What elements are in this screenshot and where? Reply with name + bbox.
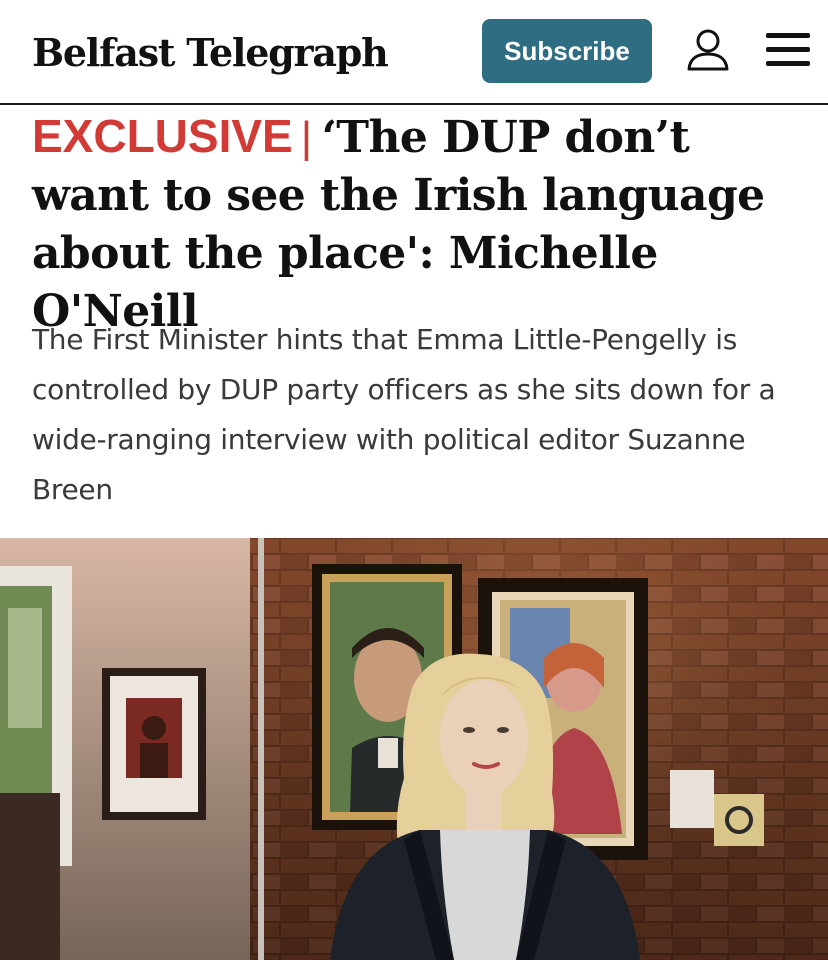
site-logo[interactable]: Belfast Telegraph: [32, 30, 389, 76]
kicker-separator: |: [300, 113, 312, 162]
subscribe-button[interactable]: Subscribe: [482, 19, 652, 83]
hero-photo-illustration: [0, 538, 828, 960]
site-header: Belfast Telegraph Subscribe: [0, 0, 828, 105]
user-icon[interactable]: [686, 28, 730, 72]
hero-photo: [0, 538, 828, 960]
article-standfirst: The First Minister hints that Emma Littl…: [32, 323, 776, 506]
hamburger-menu-icon[interactable]: [766, 32, 810, 68]
exclusive-kicker: EXCLUSIVE: [32, 110, 293, 162]
article-headline: EXCLUSIVE | ‘The DUP don’t want to see the…: [32, 107, 802, 341]
